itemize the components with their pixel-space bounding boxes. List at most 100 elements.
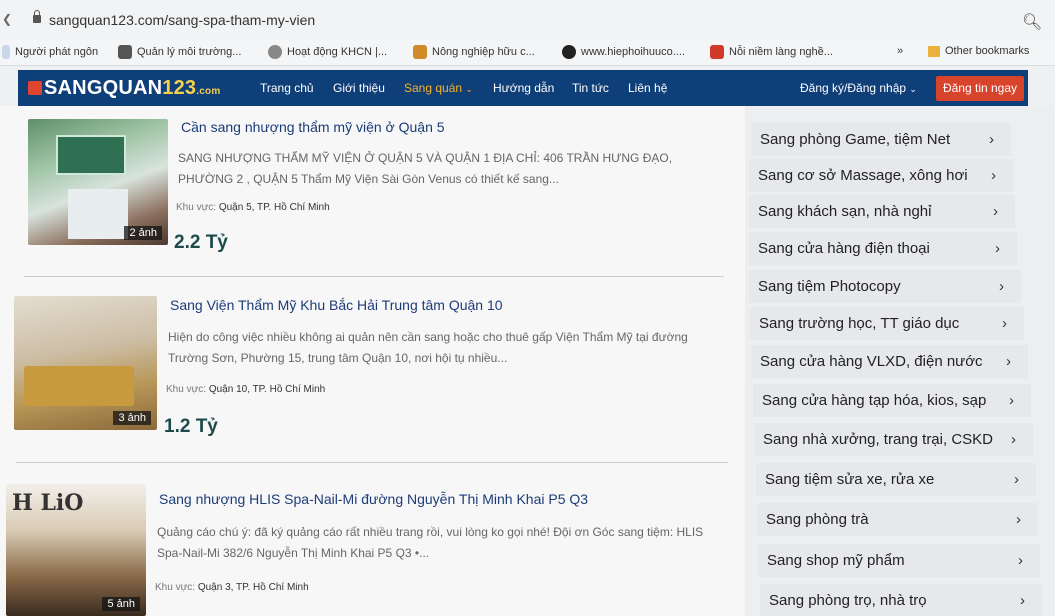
divider [24, 276, 724, 277]
nav-label: Sang quán [404, 81, 463, 95]
listing-thumbnail[interactable]: 3 ảnh [14, 296, 157, 430]
category-label: Sang phòng trọ, nhà trọ [769, 592, 927, 609]
bookmark-icon [2, 45, 10, 59]
category-item-photocopy[interactable]: Sang tiệm Photocopy › [749, 270, 1021, 303]
farm-icon [413, 45, 427, 59]
bookmark-hoat-dong-khcn[interactable]: Hoạt động KHCN |... [268, 45, 387, 59]
category-label: Sang nhà xưởng, trang trại, CSKD [763, 431, 993, 448]
photo-count-badge: 3 ảnh [113, 411, 151, 425]
category-item-nha-xuong[interactable]: Sang nhà xưởng, trang trại, CSKD › [754, 423, 1033, 456]
listing-description: Quảng cáo chú ý: đã ký quảng cáo rất nhi… [157, 525, 704, 560]
category-item-vlxd[interactable]: Sang cửa hàng VLXD, điện nước › [751, 345, 1028, 378]
folder-icon [928, 45, 940, 57]
bookmark-nguoi-phat-ngon[interactable]: Người phát ngôn [2, 45, 98, 59]
category-item-massage[interactable]: Sang cơ sở Massage, xông hơi › [749, 159, 1013, 192]
category-label: Sang shop mỹ phẩm [767, 552, 905, 569]
storefront-door [68, 189, 128, 239]
back-icon[interactable]: ❮ [2, 12, 12, 26]
logo-mark-icon [28, 81, 42, 95]
listing-title[interactable]: Sang nhượng HLIS Spa-Nail-Mi đường Nguyễ… [159, 491, 588, 507]
photo-count-badge: 2 ảnh [124, 226, 162, 240]
listing-price: 1.2 Tỷ [164, 416, 218, 437]
leaf-icon [118, 45, 132, 59]
bookmark-nong-nghiep[interactable]: Nông nghiệp hữu c... [413, 45, 535, 59]
nav-sang-quan[interactable]: Sang quán ⌄ [404, 81, 473, 95]
chevron-right-icon: › [993, 203, 998, 220]
chevron-right-icon: › [1020, 592, 1025, 609]
listing-description: Hiện do công việc nhiều không ai quản nê… [168, 330, 688, 365]
bookmark-quan-ly-moi-truong[interactable]: Quản lý môi trường... [118, 45, 241, 59]
category-label: Sang cửa hàng điện thoại [758, 240, 930, 257]
bookmarks-bar: Người phát ngôn Quản lý môi trường... Ho… [0, 40, 1055, 66]
category-label: Sang trường học, TT giáo dục [759, 315, 960, 332]
category-item-game-net[interactable]: Sang phòng Game, tiệm Net › [751, 123, 1011, 156]
bookmark-label: Nông nghiệp hữu c... [432, 46, 535, 58]
bookmark-noi-niem-lang-nghe[interactable]: Nỗi niềm làng nghề... [710, 45, 833, 59]
listing-title[interactable]: Sang Viện Thẩm Mỹ Khu Bắc Hải Trung tâm … [170, 297, 503, 313]
flag-icon [710, 45, 724, 59]
chevron-right-icon: › [1006, 353, 1011, 370]
bookmark-label: Other bookmarks [945, 45, 1030, 57]
zoom-icon[interactable]: 🔍︎ [1022, 12, 1042, 32]
listing-item[interactable]: 3 ảnh Sang Viện Thẩm Mỹ Khu Bắc Hải Trun… [0, 282, 745, 452]
other-bookmarks[interactable]: Other bookmarks [928, 45, 1029, 57]
area-value: Quận 3, TP. Hồ Chí Minh [197, 582, 309, 593]
category-label: Sang tiệm Photocopy [758, 278, 901, 295]
address-bar[interactable]: ❮ sangquan123.com/sang-spa-tham-my-vien … [0, 0, 1055, 40]
globe-icon [268, 45, 282, 59]
listing-thumbnail[interactable]: 2 ảnh [28, 119, 168, 245]
bookmark-label: Nỗi niềm làng nghề... [729, 46, 833, 58]
category-label: Sang phòng trà [766, 511, 869, 528]
chevron-right-icon: › [1018, 552, 1023, 569]
url-text[interactable]: sangquan123.com/sang-spa-tham-my-vien [49, 12, 315, 28]
category-item-truong-hoc[interactable]: Sang trường học, TT giáo dục › [750, 307, 1024, 340]
chevron-right-icon: › [991, 167, 996, 184]
area-value: Quận 5, TP. Hồ Chí Minh [218, 202, 330, 213]
listing-description: SANG NHƯỢNG THẨM MỸ VIỆN Ở QUẬN 5 VÀ QUẬ… [178, 151, 673, 186]
listing-title[interactable]: Cần sang nhượng thẩm mỹ viện ở Quận 5 [181, 119, 445, 135]
chevron-right-icon: › [995, 240, 1000, 257]
category-item-my-pham[interactable]: Sang shop mỹ phẩm › [758, 544, 1040, 577]
listings-panel: 2 ảnh Cần sang nhượng thẩm mỹ viện ở Quậ… [0, 106, 745, 616]
listing-area: Khu vực: Quận 10, TP. Hồ Chí Minh [166, 384, 325, 395]
bookmarks-overflow-button[interactable]: » [897, 45, 903, 57]
area-label: Khu vực: [166, 384, 207, 395]
category-item-khach-san[interactable]: Sang khách sạn, nhà nghỉ › [749, 195, 1015, 228]
bookmark-label: Người phát ngôn [15, 46, 99, 58]
chevron-right-icon: › [1016, 511, 1021, 528]
category-sidebar: Sang phòng Game, tiệm Net › Sang cơ sở Ma… [745, 106, 1055, 616]
category-label: Sang cửa hàng VLXD, điện nước [760, 353, 983, 370]
chevron-right-icon: › [1011, 431, 1016, 448]
nav-lien-he[interactable]: Liên hệ [628, 81, 667, 95]
bookmark-label: Hoạt động KHCN |... [287, 46, 388, 58]
category-label: Sang tiệm sửa xe, rửa xe [765, 471, 935, 488]
chevron-right-icon: › [999, 278, 1004, 295]
logo-number: 123 [162, 77, 197, 99]
bookmark-label: www.hiephoihuuco.... [581, 46, 685, 58]
listing-item[interactable]: H LiO 5 ảnh Sang nhượng HLIS Spa-Nail-Mi… [0, 472, 745, 616]
nav-huong-dan[interactable]: Hướng dẫn [493, 81, 554, 95]
chevron-right-icon: › [989, 131, 994, 148]
nav-gioi-thieu[interactable]: Giới thiệu [333, 81, 385, 95]
chevron-right-icon: › [1009, 392, 1014, 409]
category-item-tap-hoa[interactable]: Sang cửa hàng tạp hóa, kios, sạp › [753, 384, 1031, 417]
globe-icon [562, 45, 576, 59]
category-item-phong-tro[interactable]: Sang phòng trọ, nhà trọ › [760, 584, 1042, 616]
listing-item[interactable]: 2 ảnh Cần sang nhượng thẩm mỹ viện ở Quậ… [0, 106, 745, 266]
nav-trang-chu[interactable]: Trang chủ [260, 81, 314, 95]
login-register-menu[interactable]: Đăng ký/Đăng nhập ⌄ [800, 81, 917, 95]
post-listing-button[interactable]: Đăng tin ngay [936, 76, 1024, 101]
treatment-bed [24, 366, 134, 406]
category-item-dien-thoai[interactable]: Sang cửa hàng điện thoại › [749, 232, 1017, 265]
category-item-phong-tra[interactable]: Sang phòng trà › [757, 503, 1038, 536]
lock-icon [33, 10, 41, 23]
listing-area: Khu vực: Quận 5, TP. Hồ Chí Minh [176, 202, 330, 213]
chevron-right-icon: › [1002, 315, 1007, 332]
divider [16, 462, 728, 463]
bookmark-hiephoihuuco[interactable]: www.hiephoihuuco.... [562, 45, 685, 59]
listing-thumbnail[interactable]: H LiO 5 ảnh [6, 484, 146, 616]
category-label: Sang khách sạn, nhà nghỉ [758, 203, 932, 220]
site-logo[interactable]: SANGQUAN123.com [28, 77, 220, 100]
nav-tin-tuc[interactable]: Tin tức [572, 81, 609, 95]
category-item-sua-xe[interactable]: Sang tiệm sửa xe, rửa xe › [756, 463, 1036, 496]
